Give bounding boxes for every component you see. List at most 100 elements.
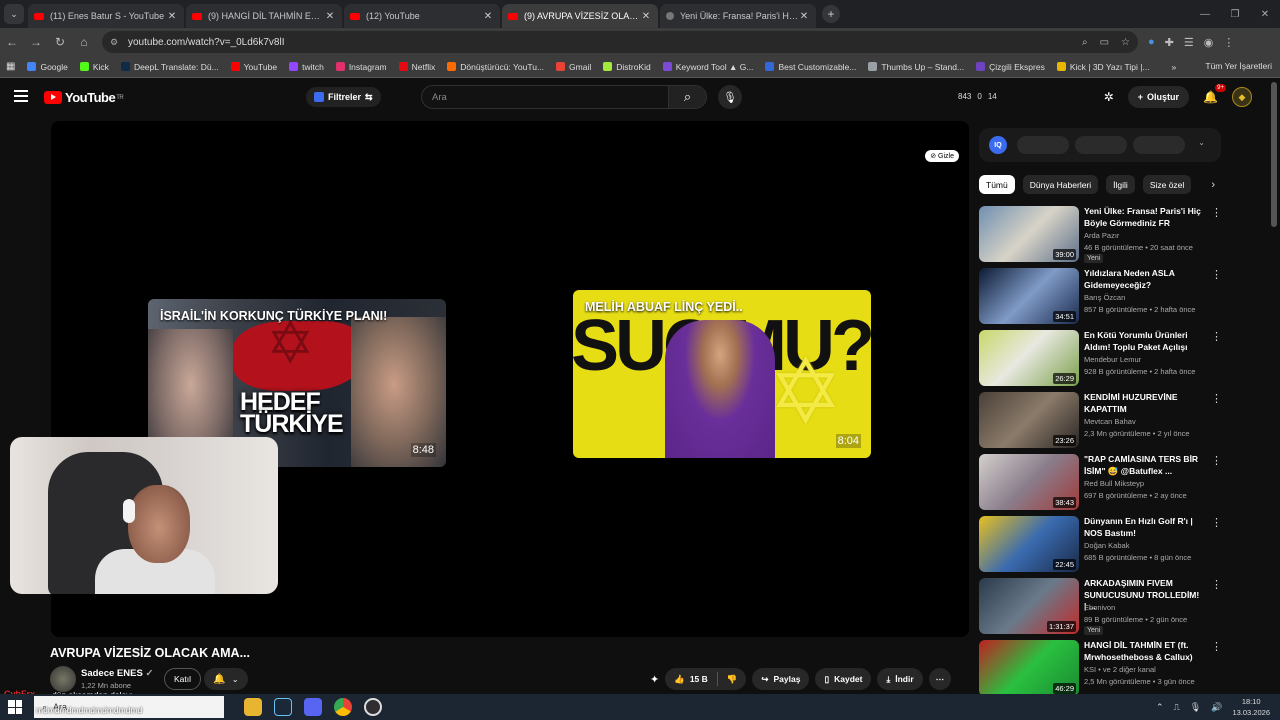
extension-icon[interactable]: ●: [1148, 36, 1155, 49]
close-tab-icon[interactable]: ✕: [324, 11, 336, 22]
bookmark-item[interactable]: twitch: [289, 62, 324, 72]
url-input[interactable]: ⚙ youtube.com/watch?v=_0Ld6k7v8lI ⌕ ▭ ☆: [102, 31, 1138, 53]
close-window-icon[interactable]: ✕: [1250, 9, 1280, 20]
video-thumbnail[interactable]: 23:26: [979, 392, 1079, 448]
mic-tray-icon[interactable]: 🎙: [1190, 702, 1201, 713]
recommended-video[interactable]: 23:26 KENDİMİ HUZUREVİNE KAPATTIM Mevtcan …: [979, 392, 1222, 454]
more-options-icon[interactable]: ⋮: [1211, 330, 1222, 343]
volume-icon[interactable]: 🔊: [1211, 702, 1222, 713]
recommended-video[interactable]: 1:31:37 ARKADAŞIMIN FIVEM SUNUCUSUNU TROL…: [979, 578, 1222, 640]
bookmark-item[interactable]: DistroKid: [603, 62, 651, 72]
video-thumbnail[interactable]: 1:31:37: [979, 578, 1079, 634]
bookmark-item[interactable]: Instagram: [335, 62, 387, 72]
hide-button[interactable]: ⊘ Gizle: [925, 150, 959, 162]
recommended-video[interactable]: 26:29 En Kötü Yorumlu Ürünleri Aldım! Top…: [979, 330, 1222, 392]
join-button[interactable]: Katıl: [164, 668, 202, 690]
close-tab-icon[interactable]: ✕: [482, 11, 494, 22]
extensions-puzzle-icon[interactable]: ✚: [1165, 36, 1174, 49]
youtube-logo[interactable]: YouTube TR: [44, 90, 124, 105]
more-options-icon[interactable]: ⋮: [1211, 640, 1222, 653]
discord-icon[interactable]: [304, 698, 322, 716]
video-title[interactable]: Dünyanın En Hızlı Golf R'ı | NOS Bastım!: [1084, 516, 1202, 539]
tab-search-icon[interactable]: ⌄: [4, 4, 24, 24]
channel-name[interactable]: Mevtcan Bahav: [1084, 417, 1136, 426]
clock[interactable]: 18:10 13.03.2026: [1232, 696, 1270, 718]
minimize-icon[interactable]: —: [1190, 9, 1220, 20]
network-icon[interactable]: ⎍: [1173, 702, 1179, 713]
bookmark-item[interactable]: Kick | 3D Yazı Tipi |...: [1056, 62, 1150, 72]
menu-icon[interactable]: [14, 90, 28, 102]
recommended-video[interactable]: 22:45 Dünyanın En Hızlı Golf R'ı | NOS Ba…: [979, 516, 1222, 578]
gear-icon[interactable]: ✲: [1104, 90, 1114, 104]
bookmark-item[interactable]: YouTube: [230, 62, 277, 72]
bookmark-item[interactable]: Thumbs Up – Stand...: [868, 62, 964, 72]
channel-name[interactable]: Barış Özcan: [1084, 293, 1125, 302]
zoom-icon[interactable]: ⌕: [1082, 37, 1088, 48]
chevron-up-icon[interactable]: ⌃: [1156, 702, 1164, 713]
profile-icon[interactable]: ◉: [1204, 36, 1214, 49]
forward-icon[interactable]: →: [24, 35, 48, 49]
filters-button[interactable]: Filtreler ⇆: [306, 87, 381, 107]
bookmark-item[interactable]: Netflix: [398, 62, 435, 72]
bookmark-star-icon[interactable]: ☆: [1121, 37, 1130, 48]
bookmark-item[interactable]: Gmail: [556, 62, 591, 72]
end-screen-video-card[interactable]: SUÇ MU? ✡ MELİH ABUAF LİNÇ YEDİ.. 8:04: [573, 290, 871, 458]
search-input[interactable]: Ara: [422, 92, 668, 103]
chip-all[interactable]: Tümü: [979, 175, 1015, 194]
steam-icon[interactable]: [274, 698, 292, 716]
bookmark-item[interactable]: Keyword Tool ▲ G...: [662, 62, 753, 72]
more-options-icon[interactable]: ⋮: [1211, 206, 1222, 219]
bookmark-item[interactable]: Best Customizable...: [765, 62, 856, 72]
bookmark-item[interactable]: Dönüştürücü: YouTu...: [447, 62, 544, 72]
browser-tab[interactable]: (12) YouTube ✕: [344, 4, 500, 28]
browser-tab-active[interactable]: (9) AVRUPA VİZESİZ OLACAK AMA✕: [502, 4, 658, 28]
more-options-icon[interactable]: ⋮: [1211, 454, 1222, 467]
thumbs-down-icon[interactable]: 👎: [727, 674, 738, 685]
back-icon[interactable]: ←: [0, 35, 24, 49]
video-thumbnail[interactable]: 34:51: [979, 268, 1079, 324]
chevron-down-icon[interactable]: ⌄: [1198, 138, 1205, 147]
recommended-video[interactable]: 46:29 HANGİ DİL TAHMİN ET (ft. Mrwhosethe…: [979, 640, 1222, 702]
save-button[interactable]: ▯ Kaydet: [815, 668, 872, 690]
more-bookmarks-icon[interactable]: »: [1172, 62, 1177, 72]
obs-icon[interactable]: [364, 698, 382, 716]
video-title[interactable]: HANGİ DİL TAHMİN ET (ft. Mrwhosetheboss …: [1084, 640, 1202, 663]
all-bookmarks-link[interactable]: Tüm Yer İşaretleri: [1205, 61, 1272, 71]
placeholder-pill[interactable]: [1133, 136, 1185, 154]
browser-tab[interactable]: (9) HANGİ DİL TAHMİN ET (ft. M✕: [186, 4, 342, 28]
more-options-icon[interactable]: ⋮: [1211, 578, 1222, 591]
search-box[interactable]: Ara ⌕: [421, 85, 707, 109]
channel-name[interactable]: Red Bull Miksteyp: [1084, 479, 1144, 488]
browser-tab[interactable]: (11) Enes Batur S - YouTube ✕: [28, 4, 184, 28]
video-thumbnail[interactable]: 26:29: [979, 330, 1079, 386]
placeholder-pill[interactable]: [1017, 136, 1069, 154]
like-button[interactable]: 👍 15 B 👎: [665, 668, 747, 690]
video-title[interactable]: KENDİMİ HUZUREVİNE KAPATTIM: [1084, 392, 1202, 415]
video-thumbnail[interactable]: 39:00: [979, 206, 1079, 262]
bookmark-item[interactable]: Çizgili Ekspres: [976, 62, 1045, 72]
bookmark-item[interactable]: Kick: [79, 62, 109, 72]
video-title[interactable]: En Kötü Yorumlu Ürünleri Aldım! Toplu Pa…: [1084, 330, 1202, 353]
chrome-icon[interactable]: [334, 698, 352, 716]
more-options-icon[interactable]: ⋮: [1211, 516, 1222, 529]
iq-icon[interactable]: IQ: [989, 136, 1007, 154]
notifications-bell-icon[interactable]: 🔔 9+: [1203, 84, 1226, 104]
bookmark-item[interactable]: DeepL Translate: Dü...: [120, 62, 219, 72]
channel-name[interactable]: Ebonivon: [1084, 603, 1115, 612]
download-button[interactable]: ⤓ İndir: [877, 668, 923, 690]
close-tab-icon[interactable]: ✕: [640, 11, 652, 22]
channel-name[interactable]: Sadece ENES ✓: [81, 668, 153, 679]
recommended-video[interactable]: 39:00 Yeni Ülke: Fransa! Paris'i Hiç Böyl…: [979, 206, 1222, 268]
cast-icon[interactable]: ▭: [1100, 37, 1109, 48]
video-title[interactable]: "RAP CAMİASINA TERS BİR İSİM" 😅 @Batufle…: [1084, 454, 1202, 477]
extension-action-icon[interactable]: ✦: [650, 673, 659, 686]
video-title[interactable]: Yeni Ülke: Fransa! Paris'i Hiç Böyle Gör…: [1084, 206, 1202, 229]
close-tab-icon[interactable]: ✕: [166, 11, 178, 22]
more-options-icon[interactable]: ⋮: [1211, 392, 1222, 405]
recommended-video[interactable]: 38:43 "RAP CAMİASINA TERS BİR İSİM" 😅 @Ba…: [979, 454, 1222, 516]
channel-name[interactable]: Doğan Kabak: [1084, 541, 1129, 550]
maximize-icon[interactable]: ❐: [1220, 9, 1250, 20]
subscription-bell-button[interactable]: 🔔 ⌄: [204, 668, 248, 690]
chip-for-you[interactable]: Size özel: [1142, 175, 1192, 194]
file-explorer-icon[interactable]: [244, 698, 262, 716]
